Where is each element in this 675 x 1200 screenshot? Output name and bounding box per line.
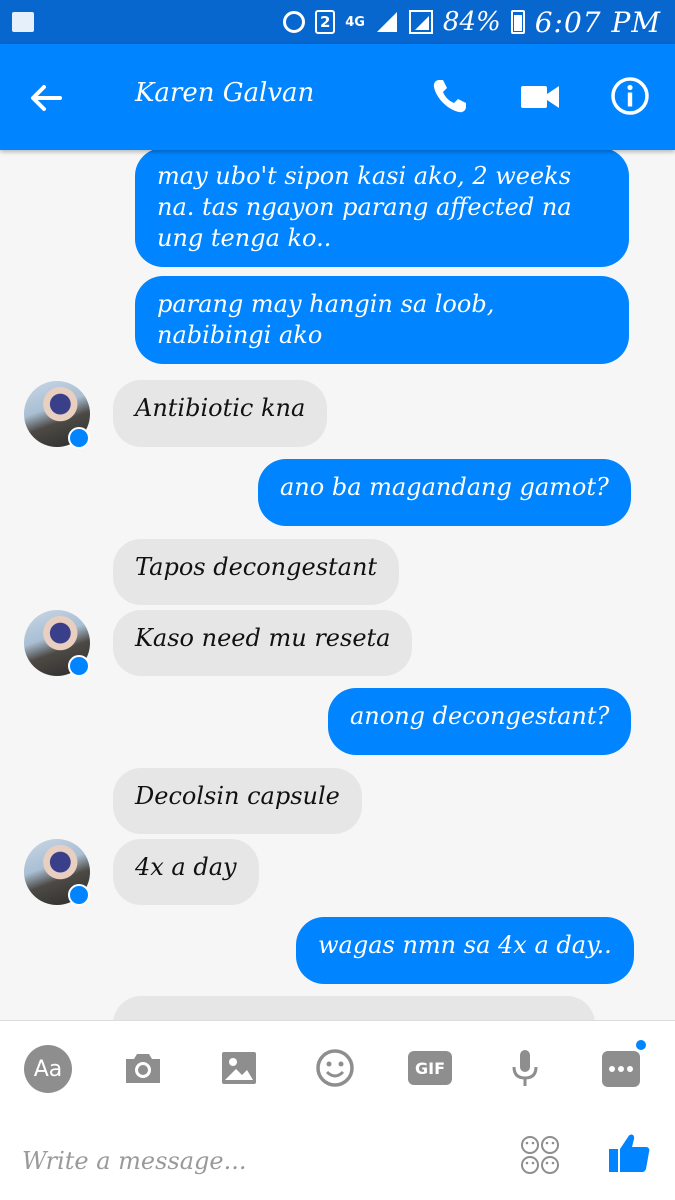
message-bubble-outgoing[interactable]: ano ba magandang gamot? — [258, 459, 631, 526]
message-bubble-outgoing[interactable]: anong decongestant? — [328, 688, 632, 755]
sticker-icon[interactable] — [520, 1135, 560, 1175]
thumbs-up-icon[interactable] — [606, 1129, 652, 1175]
more-options-button[interactable] — [602, 1051, 640, 1087]
ellipsis-icon — [609, 1066, 633, 1072]
message-bubble-incoming-partial[interactable] — [113, 996, 595, 1020]
messenger-badge-icon — [68, 427, 90, 449]
message-thread[interactable]: may ubo't sipon kasi ako, 2 weeks na. ta… — [0, 150, 675, 1020]
messenger-badge-icon — [68, 884, 90, 906]
battery-percent: 84% — [442, 7, 501, 37]
message-input[interactable] — [22, 1139, 482, 1183]
camera-icon[interactable] — [120, 1045, 166, 1091]
video-call-icon[interactable] — [520, 80, 560, 114]
message-bubble-outgoing[interactable]: may ubo't sipon kasi ako, 2 weeks na. ta… — [135, 150, 629, 267]
message-bubble-incoming[interactable]: Kaso need mu reseta — [113, 610, 413, 676]
signal-sim2-icon — [408, 10, 433, 34]
gif-button[interactable]: GIF — [408, 1051, 452, 1085]
network-type-label: 4G — [345, 14, 365, 30]
status-bar: 2 4G 84% 6:07 PM — [0, 0, 675, 44]
back-arrow-icon[interactable] — [26, 78, 66, 118]
message-bubble-outgoing[interactable]: wagas nmn sa 4x a day.. — [296, 917, 634, 984]
battery-icon — [510, 10, 525, 34]
sd-card-icon — [12, 12, 34, 32]
message-bubble-incoming[interactable]: Antibiotic kna — [113, 380, 328, 447]
info-icon[interactable] — [610, 76, 650, 116]
notification-dot — [634, 1038, 648, 1052]
emoji-icon[interactable] — [312, 1045, 358, 1091]
message-bubble-incoming[interactable]: Decolsin capsule — [113, 768, 362, 834]
message-bubble-outgoing[interactable]: parang may hangin sa loob, nabibingi ako — [135, 276, 629, 364]
contact-name[interactable]: Karen Galvan — [135, 78, 314, 108]
phone-call-icon[interactable] — [430, 76, 470, 116]
signal-icon — [376, 12, 397, 32]
composer: Aa GIF — [0, 1020, 675, 1200]
message-bubble-incoming[interactable]: 4x a day — [113, 839, 259, 905]
messenger-badge-icon — [68, 655, 90, 677]
microphone-icon[interactable] — [502, 1045, 548, 1091]
conversation-header: Karen Galvan — [0, 44, 675, 150]
gallery-icon[interactable] — [216, 1045, 262, 1091]
sim-slot-badge: 2 — [315, 10, 336, 34]
message-bubble-incoming[interactable]: Tapos decongestant — [113, 539, 400, 605]
clock: 6:07 PM — [534, 5, 661, 39]
alarm-icon — [283, 11, 306, 33]
text-format-button[interactable]: Aa — [24, 1045, 72, 1093]
